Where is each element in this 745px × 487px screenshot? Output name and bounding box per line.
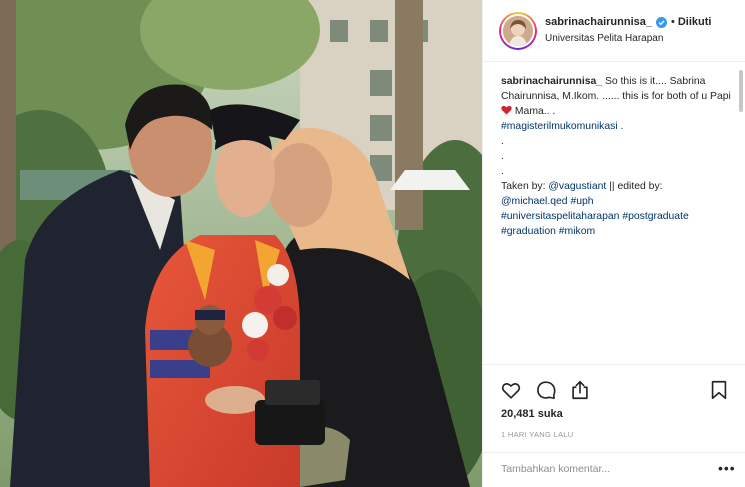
caption-scrollbar[interactable] [739, 70, 743, 112]
hashtag-postgraduate[interactable]: #postgraduate [622, 211, 688, 222]
post-caption: sabrinachairunnisa_ So this is it.... Sa… [483, 62, 745, 364]
hashtag-graduation[interactable]: #graduation [501, 226, 556, 237]
like-count[interactable]: 20,481 suka [501, 408, 563, 420]
share-upload-icon [572, 380, 588, 400]
instagram-post: sabrinachairunnisa_ • Diikuti Universita… [0, 0, 745, 487]
edited-by-label: || edited by: [606, 181, 663, 192]
hashtag-mikom[interactable]: #mikom [559, 226, 595, 237]
heart-outline-icon [501, 383, 521, 399]
bookmark-icon [711, 380, 727, 400]
comment-button[interactable] [535, 379, 557, 401]
more-options-button[interactable]: ••• [718, 461, 736, 475]
comment-bar: Tambahkan komentar... ••• [483, 452, 745, 487]
verified-badge-icon [656, 16, 667, 28]
avatar[interactable] [501, 14, 535, 48]
caption-dot-3: . [501, 166, 504, 177]
mention-michael-qed[interactable]: @michael.qed [501, 196, 568, 207]
separator-dot: • [671, 16, 675, 28]
caption-period: . [617, 121, 624, 132]
hashtag-uph[interactable]: #uph [570, 196, 593, 207]
follow-status-button[interactable]: Diikuti [678, 16, 712, 28]
caption-line-1-end: Mama.. . [512, 106, 556, 117]
post-header: sabrinachairunnisa_ • Diikuti Universita… [483, 0, 745, 62]
hashtag-universitaspelitaharapan[interactable]: #universitaspelitaharapan [501, 211, 619, 222]
post-side-panel: sabrinachairunnisa_ • Diikuti Universita… [482, 0, 745, 487]
share-button[interactable] [569, 379, 591, 401]
caption-username-link[interactable]: sabrinachairunnisa_ [501, 76, 602, 87]
avatar-image [503, 16, 533, 46]
taken-by-label: Taken by: [501, 181, 549, 192]
comment-input[interactable]: Tambahkan komentar... [501, 463, 691, 475]
hashtag-magisterilmukomunikasi[interactable]: #magisterilmukomunikasi [501, 121, 618, 132]
mention-vagustiant[interactable]: @vagustiant [548, 181, 606, 192]
post-timestamp[interactable]: 1 HARI YANG LALU [501, 430, 573, 439]
header-user-line: sabrinachairunnisa_ • Diikuti [545, 16, 711, 28]
caption-dot-1: . [501, 136, 504, 147]
location-link[interactable]: Universitas Pelita Harapan [545, 33, 663, 44]
red-heart-emoji-icon [501, 105, 512, 115]
comment-bubble-icon [537, 381, 556, 400]
avatar-story-ring[interactable] [499, 12, 537, 50]
post-actions: 20,481 suka 1 HARI YANG LALU [483, 364, 745, 464]
post-photo[interactable] [0, 0, 482, 487]
graduation-photo [0, 0, 482, 487]
username-link[interactable]: sabrinachairunnisa_ [545, 16, 652, 28]
caption-text: sabrinachairunnisa_ So this is it.... Sa… [501, 74, 740, 239]
caption-dot-2: . [501, 151, 504, 162]
save-button[interactable] [708, 379, 730, 401]
like-button[interactable] [500, 379, 522, 401]
